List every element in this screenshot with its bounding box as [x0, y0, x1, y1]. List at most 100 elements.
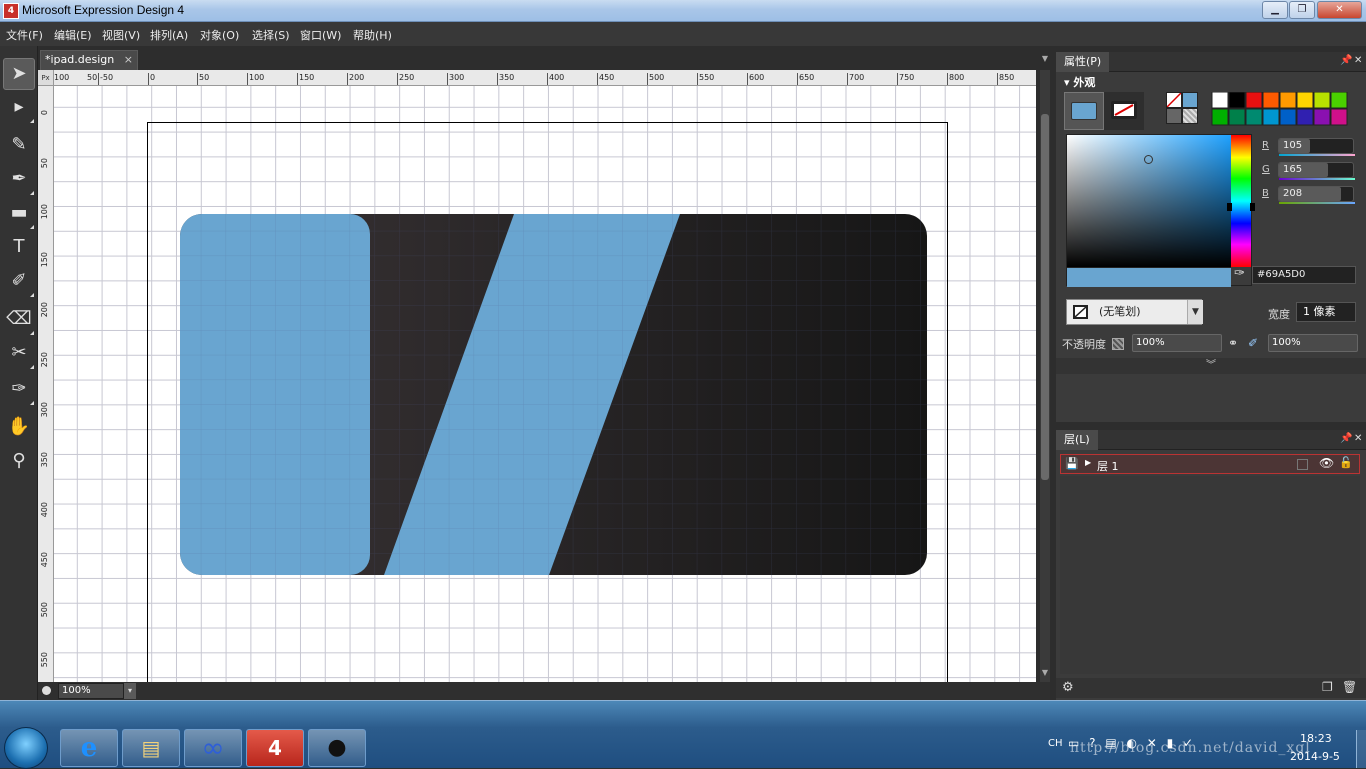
palette-swatch[interactable] — [1296, 108, 1314, 126]
maximize-button[interactable]: ❐ — [1289, 1, 1315, 19]
palette-swatch[interactable] — [1228, 108, 1246, 126]
palette-swatch[interactable] — [1228, 92, 1246, 109]
eye-icon[interactable]: 👁 — [1319, 456, 1334, 470]
eyedropper-icon[interactable]: ✑ — [1234, 266, 1252, 284]
last-color-swatch[interactable] — [1182, 92, 1198, 108]
color-picker[interactable] — [1066, 134, 1255, 287]
menu-arrange[interactable]: 排列(A) — [150, 27, 188, 43]
new-layer-icon[interactable]: ❐ — [1322, 680, 1333, 694]
lock-icon[interactable]: 🔓 — [1339, 456, 1353, 469]
chevron-down-icon[interactable]: ▼ — [1187, 300, 1203, 324]
file-explorer-icon[interactable]: ▤ — [122, 729, 180, 767]
pin-icon[interactable]: 📌 — [1340, 55, 1352, 66]
hue-slider[interactable] — [1231, 135, 1251, 267]
brush-tool-icon[interactable]: ✎ — [3, 130, 35, 162]
internet-explorer-icon[interactable]: e — [60, 729, 118, 767]
palette-swatch[interactable] — [1262, 108, 1280, 126]
text-tool-icon[interactable]: T — [3, 232, 35, 264]
palette-swatch[interactable] — [1330, 108, 1348, 126]
pen-tool-icon[interactable]: ✒ — [3, 164, 35, 196]
layer-name[interactable]: 层 1 — [1097, 458, 1119, 474]
zoom-dropdown-icon[interactable]: ▾ — [124, 683, 136, 699]
pattern-swatch[interactable] — [1182, 108, 1198, 124]
scroll-up-icon[interactable]: ▼ — [1040, 54, 1050, 63]
effect-opacity-field[interactable]: 100% — [1268, 334, 1358, 352]
pin-icon[interactable]: 📌 — [1340, 433, 1352, 444]
panel-close-icon[interactable]: ✕ — [1354, 433, 1362, 444]
link-icon[interactable]: ⚭ — [1228, 336, 1238, 350]
stroke-style-dropdown[interactable]: (无笔划) ▼ — [1066, 299, 1203, 325]
tab-close-icon[interactable]: × — [124, 53, 133, 66]
gradient-tool-icon[interactable]: ✐ — [3, 266, 35, 298]
no-color-swatch[interactable] — [1166, 92, 1182, 108]
color-cursor-icon[interactable] — [1144, 155, 1153, 164]
r-field[interactable]: 105 — [1278, 138, 1355, 156]
design-canvas[interactable] — [54, 86, 1036, 682]
swatch-palette[interactable] — [1204, 92, 1358, 126]
palette-swatch[interactable] — [1245, 108, 1263, 126]
hand-tool-icon[interactable]: ✋ — [3, 412, 35, 444]
stroke-button[interactable] — [1104, 92, 1144, 130]
b-field[interactable]: 208 — [1278, 186, 1355, 204]
zoom-tool-icon[interactable]: ⚲ — [3, 446, 35, 478]
language-indicator[interactable]: CH — [1048, 738, 1063, 749]
palette-swatch[interactable] — [1211, 92, 1229, 109]
expand-arrow-icon[interactable]: ▶ — [1085, 458, 1091, 467]
palette-swatch[interactable] — [1313, 108, 1331, 126]
clock-date[interactable]: 2014-9-5 — [1290, 750, 1340, 763]
palette-swatch[interactable] — [1262, 92, 1280, 109]
expression-blend-icon[interactable]: ∞ — [184, 729, 242, 767]
eyedropper-tool-icon[interactable]: ✑ — [3, 374, 35, 406]
scroll-thumb[interactable] — [1041, 114, 1049, 480]
minimize-button[interactable]: ▁ — [1262, 1, 1288, 19]
artwork[interactable] — [54, 86, 1036, 682]
expression-design-icon[interactable]: 4 — [246, 729, 304, 767]
zoom-field[interactable]: 100% — [58, 683, 124, 699]
gray-swatch[interactable] — [1166, 108, 1182, 124]
selection-tool-icon[interactable]: ➤ — [3, 58, 35, 90]
scroll-down-icon[interactable]: ▼ — [1040, 668, 1050, 677]
palette-swatch[interactable] — [1279, 108, 1297, 126]
width-field[interactable]: 1 像素 — [1296, 302, 1356, 322]
expand-chevron-icon[interactable]: ︾ — [1056, 358, 1366, 374]
layers-tab[interactable]: 层(L) — [1056, 430, 1098, 450]
document-tab[interactable]: *ipad.design × — [40, 50, 138, 70]
ruler-tick: 50 — [40, 158, 49, 169]
hex-color-field[interactable]: #69A5D0 — [1252, 266, 1356, 284]
palette-swatch[interactable] — [1211, 108, 1229, 126]
saturation-value-area[interactable] — [1067, 135, 1231, 267]
vertical-scrollbar[interactable]: ▼ ▼ — [1040, 54, 1050, 682]
hue-marker-icon[interactable] — [1227, 203, 1255, 211]
show-desktop-button[interactable] — [1356, 730, 1366, 768]
menu-select[interactable]: 选择(S) — [252, 27, 290, 43]
menu-edit[interactable]: 编辑(E) — [54, 27, 92, 43]
appearance-section-label[interactable]: ▾ 外观 — [1064, 74, 1095, 90]
properties-tab[interactable]: 属性(P) — [1056, 52, 1110, 72]
menu-view[interactable]: 视图(V) — [102, 27, 140, 43]
fill-button[interactable] — [1064, 92, 1104, 130]
palette-swatch[interactable] — [1245, 92, 1263, 109]
palette-swatch[interactable] — [1330, 92, 1348, 109]
gear-icon[interactable]: ⚙ — [1062, 680, 1074, 695]
palette-swatch[interactable] — [1279, 92, 1297, 109]
layer-color-icon[interactable] — [1297, 459, 1308, 470]
opacity-field[interactable]: 100% — [1132, 334, 1222, 352]
direct-selection-tool-icon[interactable]: ▸ — [3, 92, 35, 124]
close-button[interactable]: ✕ — [1317, 1, 1362, 19]
rectangle-tool-icon[interactable]: ▬ — [3, 198, 35, 230]
menu-help[interactable]: 帮助(H) — [353, 27, 392, 43]
menu-file[interactable]: 文件(F) — [6, 27, 43, 43]
menu-object[interactable]: 对象(O) — [200, 27, 239, 43]
layer-row[interactable]: 💾 ▶ 层 1 👁 🔓 — [1060, 454, 1360, 474]
delete-layer-icon[interactable]: 🗑 — [1342, 680, 1357, 694]
start-button[interactable] — [4, 727, 48, 769]
g-field[interactable]: 165 — [1278, 162, 1355, 180]
qq-icon[interactable]: ● — [308, 729, 366, 767]
palette-swatch[interactable] — [1313, 92, 1331, 109]
palette-swatch[interactable] — [1296, 92, 1314, 109]
menu-window[interactable]: 窗口(W) — [300, 27, 341, 43]
eraser-tool-icon[interactable]: ⌫ — [3, 304, 35, 336]
clock-time[interactable]: 18:23 — [1300, 732, 1332, 745]
scissors-tool-icon[interactable]: ✂ — [3, 338, 35, 370]
panel-close-icon[interactable]: ✕ — [1354, 55, 1362, 66]
